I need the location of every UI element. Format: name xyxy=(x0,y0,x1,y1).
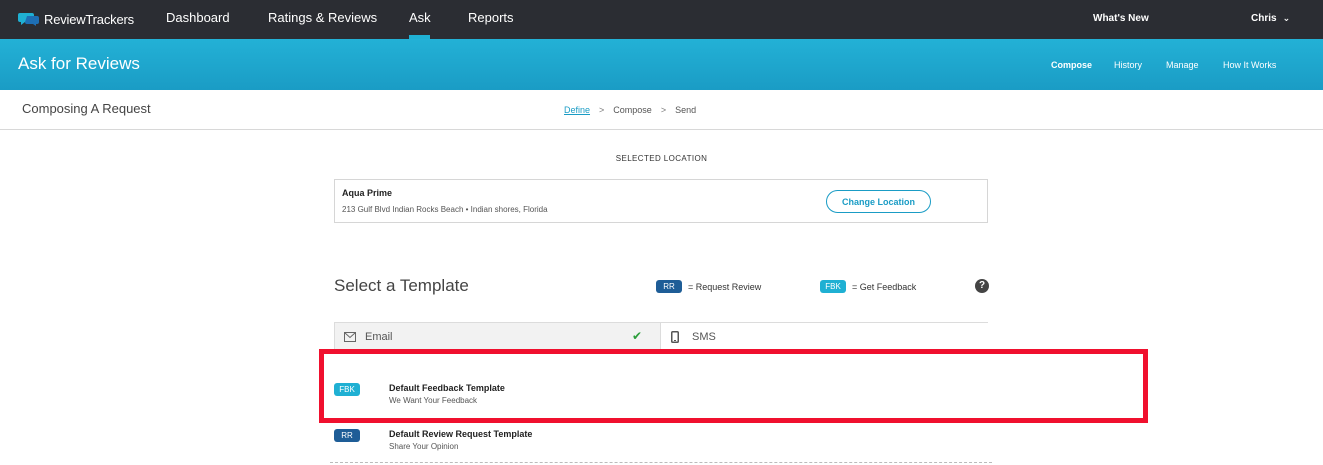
template-item-default-review-request[interactable]: RR Default Review Request Template Share… xyxy=(334,424,988,458)
tab-label: SMS xyxy=(692,331,716,343)
step-send[interactable]: Send xyxy=(675,105,696,115)
step-breadcrumb: Define > Compose > Send xyxy=(564,105,696,115)
location-address: 213 Gulf Blvd Indian Rocks Beach • India… xyxy=(342,205,548,214)
nav-ratings-reviews[interactable]: Ratings & Reviews xyxy=(268,10,377,25)
legend-text: = Get Feedback xyxy=(852,281,917,292)
change-location-button[interactable]: Change Location xyxy=(826,190,931,213)
selected-location-heading: SELECTED LOCATION xyxy=(615,154,708,163)
legend-request-review: RR = Request Review xyxy=(656,280,761,293)
rr-badge: RR xyxy=(334,429,360,442)
envelope-icon xyxy=(344,332,357,342)
ask-banner: Ask for Reviews Compose History Manage H… xyxy=(0,39,1323,90)
banner-link-history[interactable]: History xyxy=(1114,60,1142,70)
user-menu[interactable]: Chris ⌄ xyxy=(1251,13,1290,24)
location-card: Aqua Prime 213 Gulf Blvd Indian Rocks Be… xyxy=(334,179,988,223)
template-item-default-feedback[interactable]: FBK Default Feedback Template We Want Yo… xyxy=(334,378,988,412)
step-define[interactable]: Define xyxy=(564,105,590,115)
template-name: Default Review Request Template xyxy=(389,429,533,439)
brand-name: ReviewTrackers xyxy=(44,11,134,27)
fbk-badge: FBK xyxy=(334,383,360,396)
help-icon[interactable]: ? xyxy=(975,279,989,293)
top-navigation-bar: ReviewTrackers Dashboard Ratings & Revie… xyxy=(0,0,1323,39)
user-name: Chris xyxy=(1251,13,1277,24)
banner-link-compose[interactable]: Compose xyxy=(1051,60,1092,70)
step-separator: > xyxy=(599,105,605,115)
channel-tabs: Email ✔ SMS xyxy=(334,322,988,351)
brand-logo[interactable]: ReviewTrackers xyxy=(18,9,134,29)
mobile-phone-icon xyxy=(671,331,684,343)
compose-title: Composing A Request xyxy=(22,101,151,116)
page-title: Ask for Reviews xyxy=(18,54,140,73)
list-divider xyxy=(330,462,992,463)
step-separator: > xyxy=(660,105,667,115)
banner-link-how-it-works[interactable]: How It Works xyxy=(1223,60,1276,70)
step-compose[interactable]: Compose xyxy=(613,105,652,115)
rr-badge: RR xyxy=(656,280,682,293)
location-name: Aqua Prime xyxy=(342,188,393,198)
tab-sms[interactable]: SMS xyxy=(662,323,988,351)
nav-ask[interactable]: Ask xyxy=(409,10,431,25)
chat-bubbles-icon xyxy=(18,13,39,26)
template-subtitle: Share Your Opinion xyxy=(389,442,459,451)
chevron-down-icon: ⌄ xyxy=(1282,13,1291,23)
whats-new-link[interactable]: What's New xyxy=(1093,13,1149,24)
compose-header: Composing A Request Define > Compose > S… xyxy=(0,90,1323,130)
nav-reports[interactable]: Reports xyxy=(468,10,514,25)
checkmark-icon: ✔ xyxy=(631,329,642,343)
tab-label: Email xyxy=(365,331,393,343)
legend-get-feedback: FBK = Get Feedback xyxy=(820,280,916,293)
fbk-badge: FBK xyxy=(820,280,846,293)
nav-dashboard[interactable]: Dashboard xyxy=(166,10,230,25)
tab-email[interactable]: Email ✔ xyxy=(335,323,661,351)
legend-text: = Request Review xyxy=(688,281,762,292)
banner-link-manage[interactable]: Manage xyxy=(1166,60,1199,70)
template-name: Default Feedback Template xyxy=(389,383,505,393)
template-subtitle: We Want Your Feedback xyxy=(389,396,478,405)
select-template-heading: Select a Template xyxy=(334,276,469,295)
